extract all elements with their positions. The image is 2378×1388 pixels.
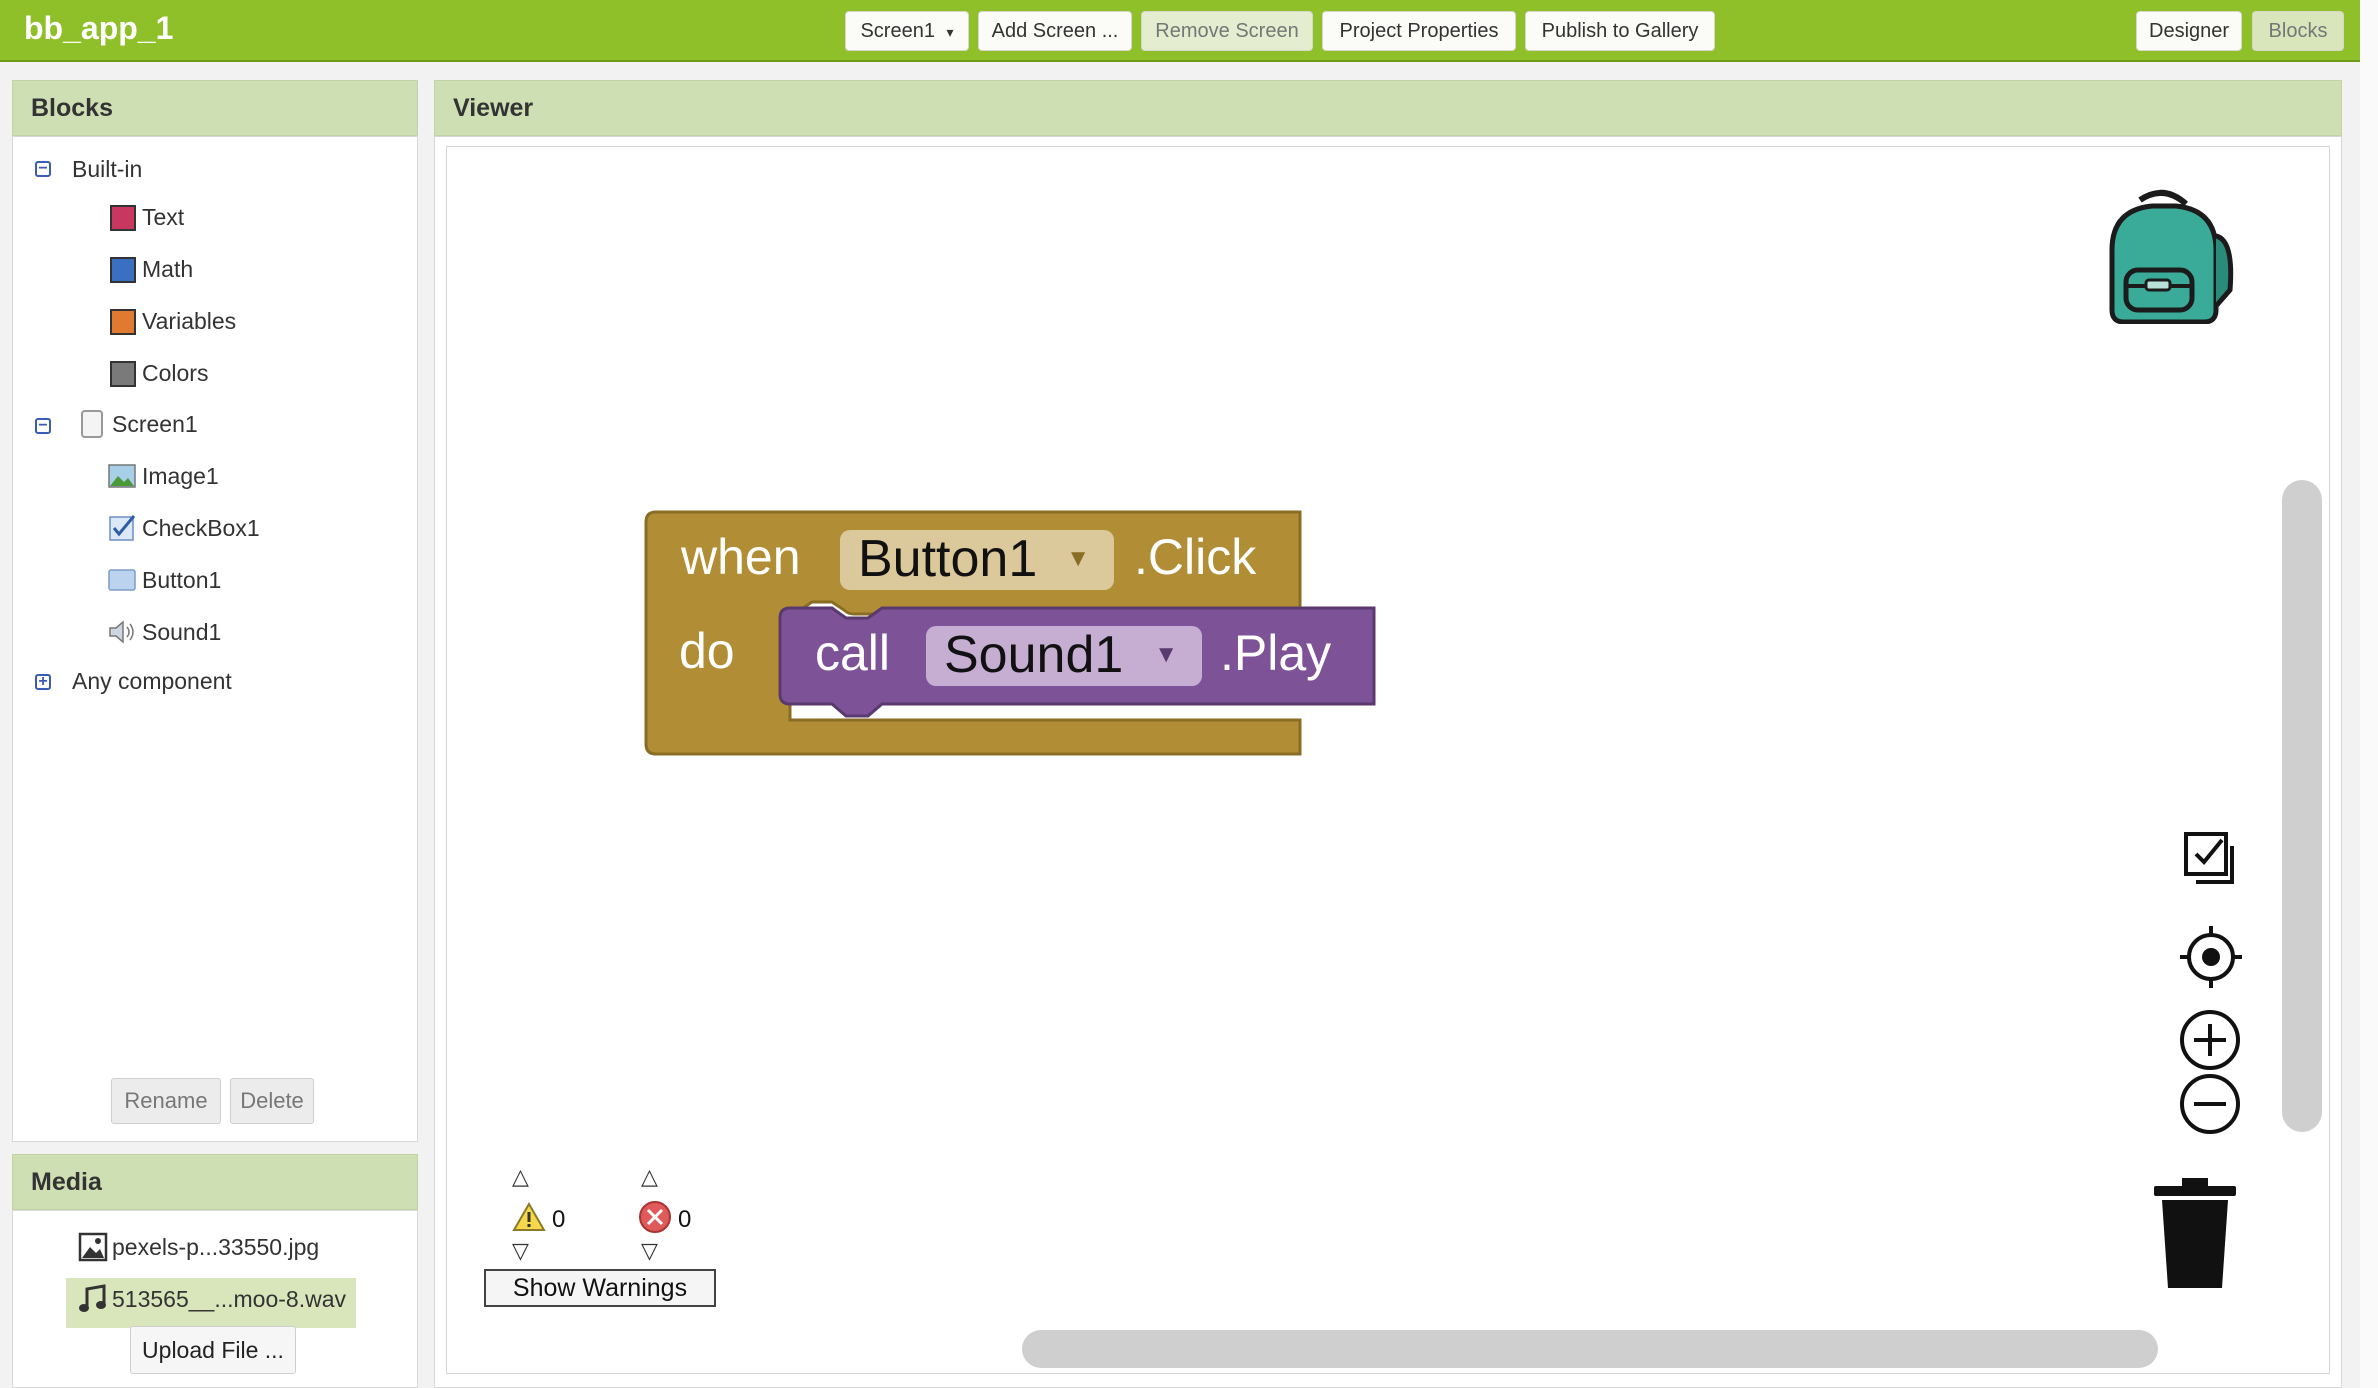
upload-file-button[interactable]: Upload File ...: [130, 1326, 296, 1374]
workspace-horizontal-scrollbar[interactable]: [1022, 1330, 2158, 1368]
show-warnings-button[interactable]: Show Warnings: [484, 1269, 716, 1307]
designer-button[interactable]: Designer: [2136, 11, 2242, 51]
backpack-icon[interactable]: [2100, 188, 2236, 324]
tree-item-screen1[interactable]: Screen1: [78, 410, 198, 438]
do-keyword: do: [679, 623, 735, 679]
tree-item-label: Text: [142, 204, 185, 230]
warning-icon: [512, 1202, 546, 1231]
trash-icon[interactable]: [2152, 1176, 2238, 1292]
next-error-icon[interactable]: ▽: [641, 1238, 658, 1264]
component-dropdown-button1[interactable]: Button1 ▼: [840, 530, 1114, 590]
component-dropdown-label: Button1: [858, 530, 1038, 588]
tree-item-label: Button1: [142, 566, 222, 593]
recenter-target-icon[interactable]: [2178, 924, 2244, 990]
rename-button[interactable]: Rename: [111, 1078, 221, 1124]
app-title: bb_app_1: [24, 10, 174, 46]
zoom-in-icon[interactable]: [2178, 1008, 2242, 1072]
collapse-screen-icon[interactable]: −: [35, 418, 51, 434]
media-file-name: 513565__...moo-8.wav: [112, 1285, 346, 1312]
component-dropdown-sound1[interactable]: Sound1 ▼: [926, 626, 1202, 686]
tree-item-label: Sound1: [142, 618, 222, 645]
tree-item-label: Screen1: [112, 410, 198, 437]
tree-item-label: Math: [142, 256, 194, 282]
checkbox-icon: [109, 515, 136, 541]
call-keyword: call: [815, 625, 891, 681]
tree-item-label: Variables: [142, 308, 237, 334]
blocks-panel-title: Blocks: [12, 80, 418, 136]
screen-select-label: Screen1: [860, 20, 935, 42]
media-file-name: pexels-p...33550.jpg: [112, 1233, 320, 1260]
cleanup-workspace-icon[interactable]: [2182, 830, 2240, 888]
viewer-title: Viewer: [434, 80, 2342, 136]
text-color-swatch-icon: [110, 204, 136, 231]
next-warning-icon[interactable]: ▽: [512, 1238, 529, 1264]
image-icon: [108, 464, 136, 488]
component-dropdown-label: Sound1: [944, 626, 1124, 684]
music-file-icon: [79, 1284, 106, 1312]
expand-any-component-icon[interactable]: +: [35, 674, 51, 690]
tree-item-variables[interactable]: Variables: [110, 308, 236, 335]
error-icon: [639, 1201, 671, 1233]
zoom-out-icon[interactable]: [2178, 1072, 2242, 1136]
tree-item-checkbox1[interactable]: CheckBox1: [108, 514, 260, 542]
tree-item-math[interactable]: Math: [110, 256, 193, 283]
button-icon: [108, 569, 136, 591]
sound-icon: [109, 620, 134, 644]
when-keyword: when: [681, 529, 801, 585]
add-screen-button[interactable]: Add Screen ...: [978, 11, 1132, 51]
tree-item-built-in[interactable]: Built-in: [72, 156, 142, 183]
delete-button[interactable]: Delete: [230, 1078, 314, 1124]
media-file-audio[interactable]: 513565__...moo-8.wav: [78, 1284, 346, 1314]
image-file-icon: [78, 1232, 108, 1262]
tree-item-label: Colors: [142, 360, 209, 386]
previous-warning-icon[interactable]: △: [512, 1164, 529, 1190]
remove-screen-button[interactable]: Remove Screen: [1141, 11, 1313, 51]
tree-item-sound1[interactable]: Sound1: [108, 618, 221, 646]
errors-count: 0: [678, 1206, 692, 1233]
dropdown-arrow-icon: ▼: [1066, 545, 1090, 572]
warnings-count: 0: [552, 1206, 566, 1233]
math-color-swatch-icon: [110, 256, 136, 283]
tree-item-label: Image1: [142, 462, 219, 489]
publish-to-gallery-button[interactable]: Publish to Gallery: [1525, 11, 1715, 51]
tree-item-image1[interactable]: Image1: [108, 462, 219, 490]
media-panel-title: Media: [12, 1154, 418, 1210]
tree-item-any-component[interactable]: Any component: [72, 668, 232, 695]
blocks-workspace[interactable]: [446, 146, 2330, 1374]
collapse-builtin-icon[interactable]: −: [35, 161, 51, 177]
screen-select-dropdown[interactable]: Screen1 ▾: [845, 11, 969, 51]
tree-item-colors[interactable]: Colors: [110, 360, 208, 387]
blocks-button[interactable]: Blocks: [2252, 11, 2344, 51]
colors-color-swatch-icon: [110, 360, 136, 387]
tree-item-label: CheckBox1: [142, 514, 260, 541]
screen-icon: [81, 410, 103, 438]
project-properties-button[interactable]: Project Properties: [1322, 11, 1516, 51]
variables-color-swatch-icon: [110, 308, 136, 335]
media-file-image[interactable]: pexels-p...33550.jpg: [78, 1232, 319, 1262]
dropdown-arrow-icon: ▼: [1154, 641, 1178, 668]
previous-error-icon[interactable]: △: [641, 1164, 658, 1190]
chevron-down-icon: ▾: [946, 24, 954, 40]
tree-item-button1[interactable]: Button1: [108, 566, 221, 594]
tree-item-text[interactable]: Text: [110, 204, 184, 231]
page-scrollbar[interactable]: [2360, 0, 2378, 1388]
workspace-vertical-scrollbar[interactable]: [2282, 480, 2322, 1132]
event-name-label: .Click: [1134, 529, 1257, 585]
top-toolbar: bb_app_1 Screen1 ▾ Add Screen ... Remove…: [0, 0, 2360, 62]
method-name-label: .Play: [1220, 625, 1332, 681]
